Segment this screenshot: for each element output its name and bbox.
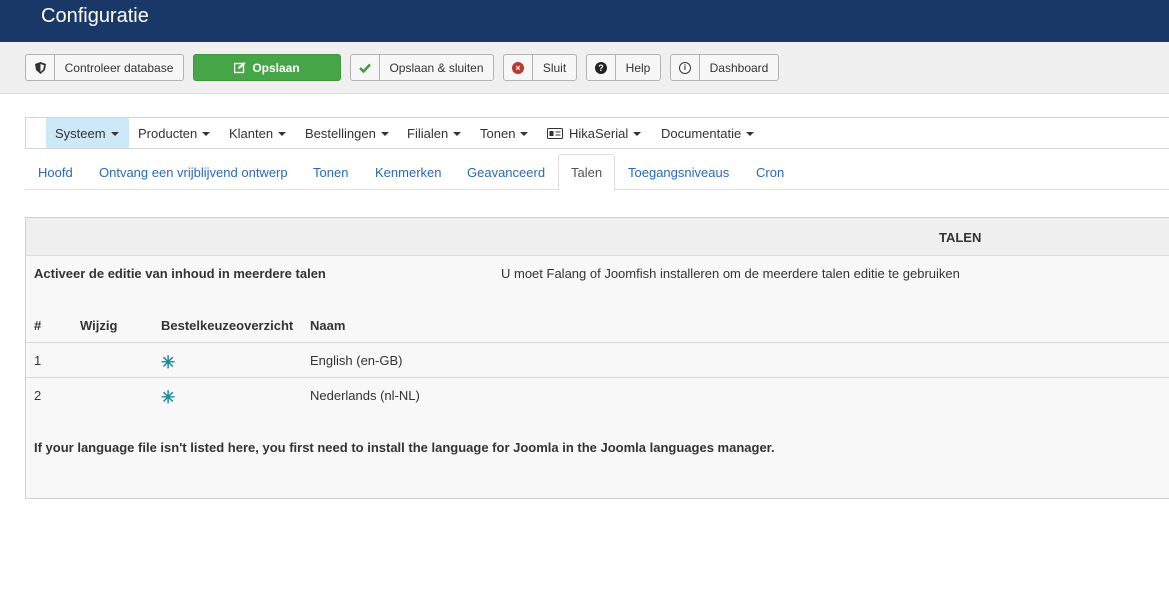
menu-item-hikaserial[interactable]: HikaSerial [547,118,642,148]
column-header-bestelkeuzeoverzicht: Bestelkeuzeoverzicht [161,318,294,333]
page-header: Configuratie [0,0,1169,42]
caret-down-icon [453,132,462,136]
language-name: English (en-GB) [310,353,403,368]
panel-title: TALEN [939,230,982,245]
menu-item-tonen[interactable]: Tonen [480,118,529,148]
caret-down-icon [520,132,529,136]
save-close-button[interactable]: Opslaan & sluiten [350,54,494,81]
dashboard-button[interactable]: i Dashboard [670,54,779,81]
edit-icon [234,61,246,74]
tab-talen[interactable]: Talen [558,154,616,191]
tab-cron[interactable]: Cron [756,154,784,190]
shield-icon [26,55,55,80]
row-number: 2 [34,388,42,403]
tab-toegangsniveaus[interactable]: Toegangsniveaus [628,154,729,190]
caret-down-icon [278,132,287,136]
tab-kenmerken[interactable]: Kenmerken [375,154,441,190]
row-number: 1 [34,353,42,368]
caret-down-icon [633,132,642,136]
caret-down-icon [746,132,755,136]
tab-tonen[interactable]: Tonen [313,154,348,190]
save-button[interactable]: Opslaan [193,54,341,81]
question-circle-icon: ? [587,55,616,80]
column-header-wijzig: Wijzig [80,318,118,333]
help-button[interactable]: ? Help [586,54,661,81]
language-install-note: If your language file isn't listed here,… [34,440,775,455]
panel-header: TALEN [26,218,1169,256]
menu-item-producten[interactable]: Producten [138,118,211,148]
menu-item-bestellingen[interactable]: Bestellingen [305,118,389,148]
multilang-setting-value: U moet Falang of Joomfish installeren om… [501,266,960,281]
multilang-setting-label: Activeer de editie van inhoud in meerder… [34,266,326,281]
check-database-button[interactable]: Controleer database [25,54,184,81]
toolbar: Controleer database Opslaan Opslaan & sl… [0,42,1169,94]
main-menu: Systeem Producten Klanten Bestellingen F… [25,117,1169,149]
caret-down-icon [202,132,211,136]
menu-item-documentatie[interactable]: Documentatie [661,118,755,148]
column-header-naam: Naam [310,318,346,333]
close-circle-icon: × [504,55,533,80]
checkmark-icon [351,55,380,80]
page-title: Configuratie [41,5,149,27]
tab-hoofd[interactable]: Hoofd [38,154,73,190]
tab-geavanceerd[interactable]: Geavanceerd [467,154,545,190]
default-star-icon[interactable]: ✳ [161,354,175,371]
default-star-icon[interactable]: ✳ [161,389,175,406]
menu-item-klanten[interactable]: Klanten [229,118,287,148]
info-circle-icon: i [671,55,700,80]
close-button[interactable]: × Sluit [503,54,577,81]
menu-item-filialen[interactable]: Filialen [407,118,462,148]
language-name: Nederlands (nl-NL) [310,388,420,403]
menu-item-systeem[interactable]: Systeem [46,118,129,148]
hikaserial-icon [547,127,563,139]
tab-ontvang-ontwerp[interactable]: Ontvang een vrijblijvend ontwerp [99,154,288,190]
caret-down-icon [110,132,119,136]
table-divider [26,342,1169,343]
column-header-number: # [34,318,42,333]
languages-panel: TALEN Activeer de editie van inhoud in m… [25,217,1169,499]
table-divider [26,377,1169,378]
config-tabs: Hoofd Ontvang een vrijblijvend ontwerp T… [25,154,1169,191]
caret-down-icon [380,132,389,136]
